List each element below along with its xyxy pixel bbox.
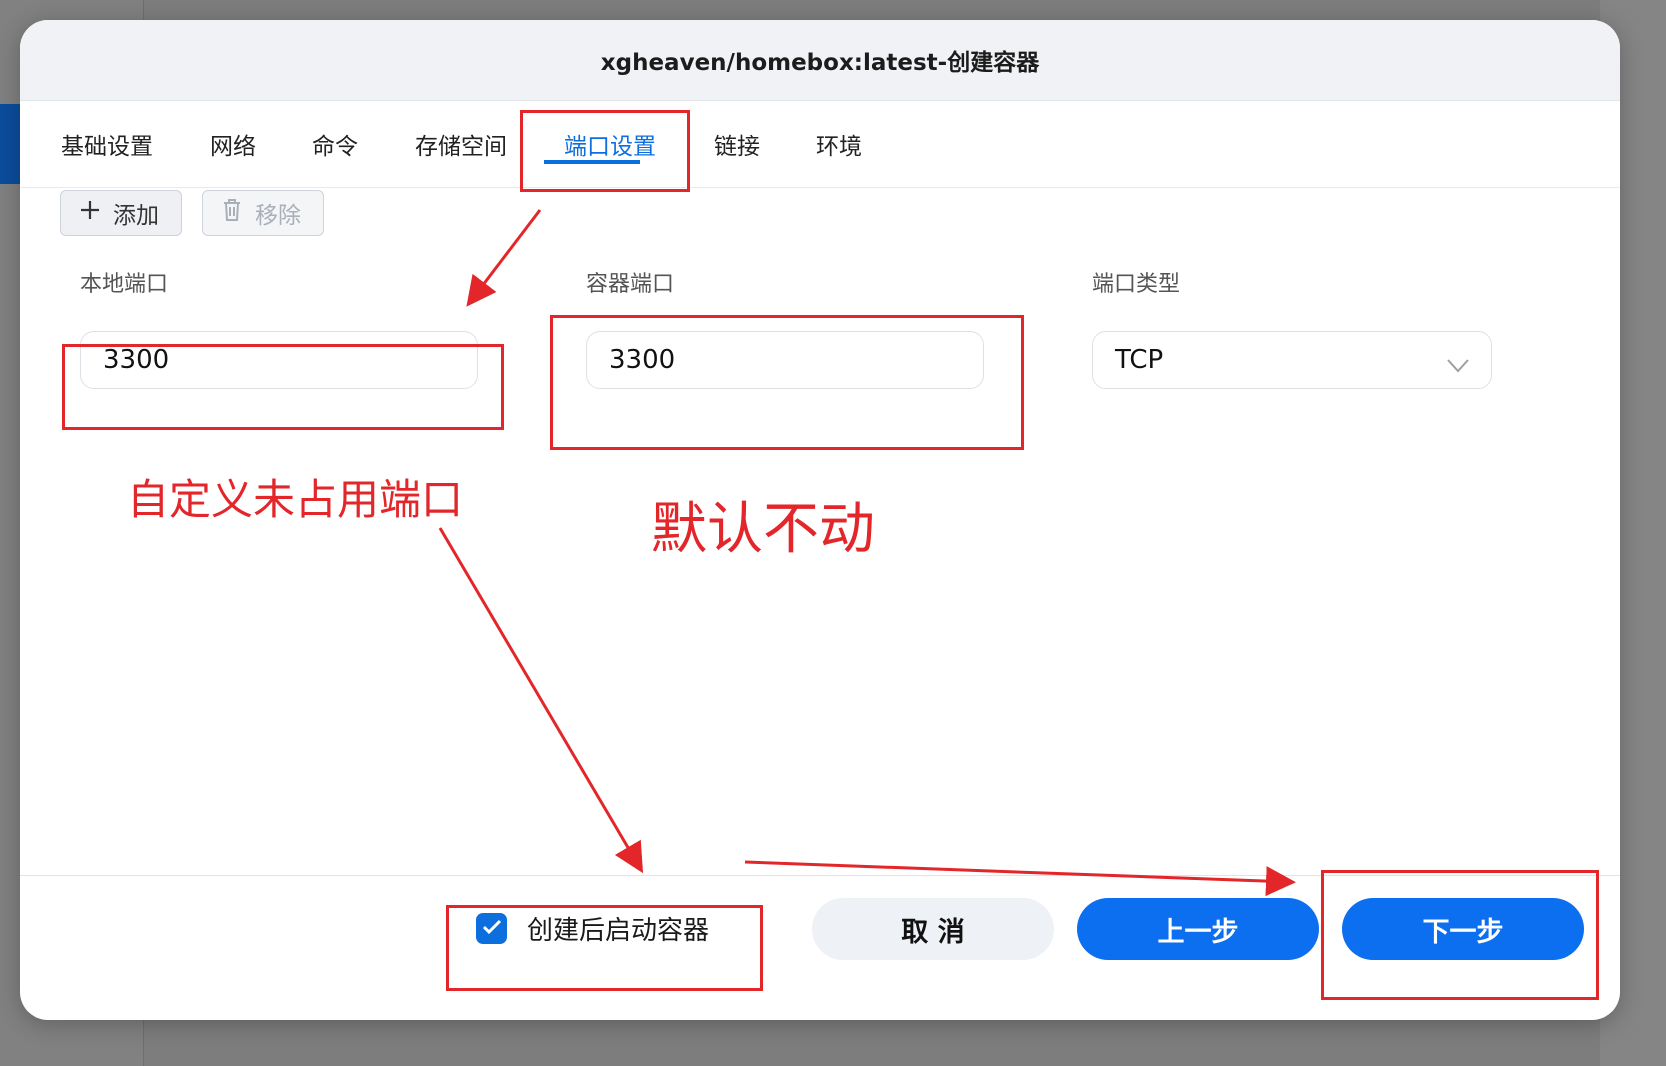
add-button-label: 添加 (113, 203, 159, 229)
dialog-titlebar: xgheaven/homebox:latest-创建容器 (20, 20, 1620, 101)
annotation-box-next-button (1321, 870, 1599, 1000)
port-type-value: TCP (1115, 345, 1164, 375)
tab-storage[interactable]: 存储空间 (415, 127, 507, 161)
annotation-box-container-port (550, 315, 1024, 450)
trash-icon (221, 198, 243, 228)
plus-icon (79, 199, 101, 227)
tab-network[interactable]: 网络 (210, 127, 256, 161)
port-type-label: 端口类型 (1092, 272, 1181, 297)
tab-environment[interactable]: 环境 (816, 127, 862, 161)
chevron-down-icon (1447, 350, 1469, 380)
annotation-box-port-tab (520, 110, 690, 192)
cancel-button[interactable]: 取 消 (812, 898, 1054, 960)
tab-links[interactable]: 链接 (714, 127, 760, 161)
local-port-label: 本地端口 (80, 272, 169, 297)
remove-button[interactable]: 移除 (202, 190, 324, 236)
dialog-title: xgheaven/homebox:latest-创建容器 (600, 50, 1040, 76)
previous-step-button[interactable]: 上一步 (1077, 898, 1319, 960)
annotation-note-container-port: 默认不动 (651, 497, 875, 562)
tab-command[interactable]: 命令 (312, 127, 358, 161)
add-button[interactable]: 添加 (60, 190, 182, 236)
annotation-note-local-port: 自定义未占用端口 (127, 475, 464, 524)
container-port-label: 容器端口 (586, 272, 675, 297)
tab-basic-settings[interactable]: 基础设置 (61, 127, 153, 161)
annotation-box-local-port (62, 344, 504, 430)
remove-button-label: 移除 (255, 203, 301, 229)
port-type-select[interactable]: TCP (1092, 331, 1492, 389)
annotation-box-checkbox (446, 905, 763, 991)
tab-bar: 基础设置 网络 命令 存储空间 端口设置 链接 环境 (20, 101, 1620, 188)
background-selection-marker (0, 104, 22, 184)
